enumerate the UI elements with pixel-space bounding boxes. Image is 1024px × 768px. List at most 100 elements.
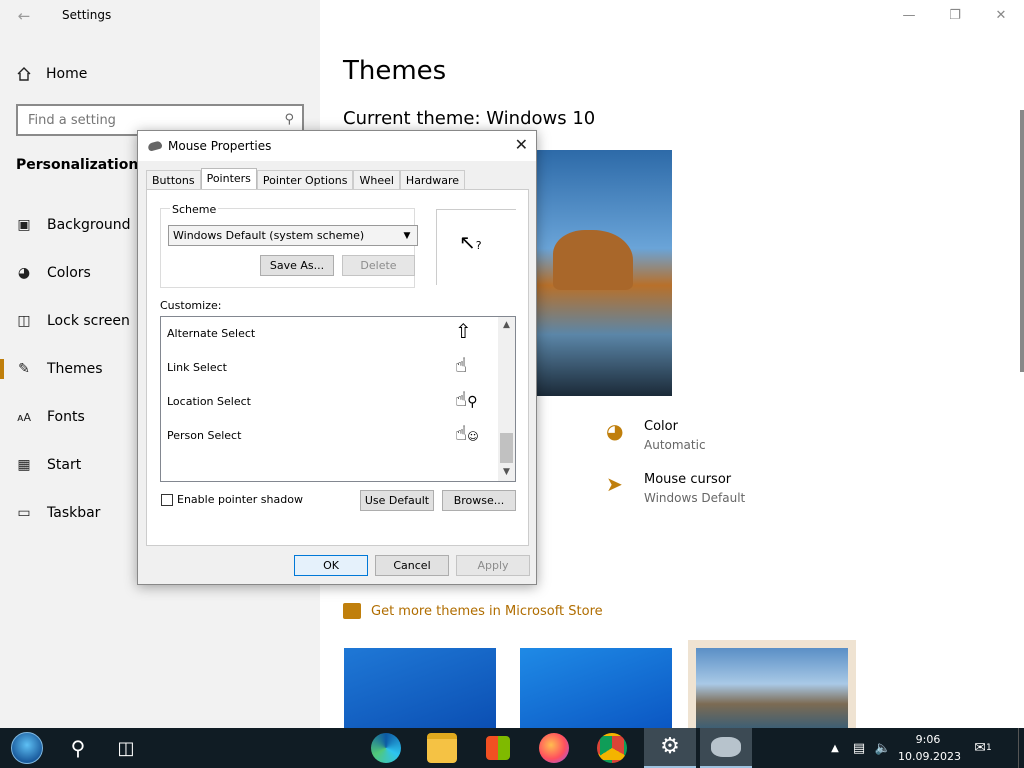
theme-thumbnail[interactable] bbox=[520, 648, 672, 728]
firefox-icon[interactable] bbox=[528, 728, 580, 768]
section-title: Personalization bbox=[16, 157, 139, 173]
chevron-up-icon[interactable]: ▲ bbox=[498, 317, 515, 334]
hand-pin-icon: ☝⚲ bbox=[455, 387, 478, 411]
sidebar-item-label: Background bbox=[47, 217, 131, 233]
apply-button[interactable]: Apply bbox=[456, 555, 530, 576]
fonts-icon: ᴀA bbox=[16, 410, 32, 424]
cursor-preview: ↖? bbox=[436, 209, 516, 285]
close-icon[interactable]: ✕ bbox=[978, 0, 1024, 32]
home-nav[interactable]: Home bbox=[16, 63, 87, 85]
windows-logo-icon bbox=[11, 732, 43, 764]
close-icon[interactable]: ✕ bbox=[515, 135, 528, 154]
volume-muted-icon[interactable]: 🔈 bbox=[872, 728, 894, 768]
pointer-shadow-label: Enable pointer shadow bbox=[177, 493, 303, 506]
help-select-cursor-icon: ↖? bbox=[459, 230, 482, 254]
minimize-icon[interactable]: — bbox=[886, 0, 932, 32]
mouse-cursor-setting[interactable]: ➤ Mouse cursor Windows Default bbox=[606, 472, 745, 505]
store-bag-icon bbox=[343, 603, 361, 619]
cursor-value: Windows Default bbox=[644, 491, 746, 505]
store-link[interactable]: Get more themes in Microsoft Store bbox=[343, 603, 603, 619]
cursor-name: Link Select bbox=[167, 361, 227, 374]
lock-screen-icon: ◫ bbox=[17, 313, 31, 329]
mouse-icon bbox=[147, 140, 163, 152]
checkbox-box[interactable] bbox=[161, 493, 173, 506]
caption-buttons: — ❐ ✕ bbox=[886, 0, 1024, 32]
cursor-name: Person Select bbox=[167, 429, 242, 442]
edge-icon[interactable] bbox=[360, 728, 412, 768]
taskbar-icon: ▭ bbox=[17, 505, 31, 521]
chevron-up-icon[interactable]: ▲ bbox=[826, 728, 844, 768]
chevron-down-icon: ▼ bbox=[403, 230, 411, 241]
themes-icon: ✎ bbox=[18, 361, 30, 377]
scheme-dropdown[interactable]: Windows Default (system scheme) ▼ bbox=[168, 225, 418, 246]
notification-count: 1 bbox=[986, 743, 992, 753]
cursor-label: Mouse cursor bbox=[644, 472, 732, 487]
taskbar: ⚲ ◫ ⚙ ▲ ▤ 🔈 9:06 10.09.2023 ✉ 1 bbox=[0, 728, 1024, 768]
clock[interactable]: 9:06 10.09.2023 bbox=[898, 731, 961, 765]
pointer-shadow-checkbox[interactable]: Enable pointer shadow bbox=[161, 493, 303, 506]
theme-thumbnail[interactable] bbox=[688, 640, 856, 728]
window-title: Settings bbox=[62, 8, 112, 22]
sidebar-item-label: Taskbar bbox=[47, 505, 101, 521]
delete-button[interactable]: Delete bbox=[342, 255, 415, 276]
tab-pointer-options[interactable]: Pointer Options bbox=[256, 170, 354, 190]
show-desktop-button[interactable] bbox=[1018, 728, 1024, 768]
palette-icon: ◕ bbox=[17, 265, 31, 281]
sidebar-item-label: Start bbox=[47, 457, 82, 473]
save-as-button[interactable]: Save As... bbox=[260, 255, 334, 276]
list-scrollbar[interactable]: ▲ ▼ bbox=[498, 317, 515, 481]
mouse-properties-icon[interactable] bbox=[700, 728, 752, 768]
tab-hardware[interactable]: Hardware bbox=[399, 170, 466, 190]
list-item[interactable]: Location Select ☝⚲ bbox=[161, 385, 499, 419]
scheme-label: Scheme bbox=[170, 203, 219, 216]
cancel-button[interactable]: Cancel bbox=[375, 555, 449, 576]
chrome-icon[interactable] bbox=[586, 728, 638, 768]
notification-icon[interactable]: ✉ 1 bbox=[968, 728, 998, 768]
list-item[interactable]: Alternate Select ⇧ bbox=[161, 317, 499, 351]
list-item[interactable]: Link Select ☝ bbox=[161, 351, 499, 385]
sidebar-item-label: Lock screen bbox=[47, 313, 130, 329]
task-view-icon[interactable]: ◫ bbox=[104, 728, 148, 768]
dialog-titlebar[interactable]: Mouse Properties ✕ bbox=[138, 131, 536, 161]
sidebar-item-label: Colors bbox=[47, 265, 91, 281]
customize-label: Customize: bbox=[160, 299, 222, 312]
tab-wheel[interactable]: Wheel bbox=[353, 170, 400, 190]
file-explorer-icon[interactable] bbox=[416, 728, 468, 768]
tab-buttons[interactable]: Buttons bbox=[146, 170, 201, 190]
theme-thumbnail[interactable] bbox=[344, 648, 496, 728]
home-label: Home bbox=[46, 66, 88, 82]
mouse-properties-dialog: Mouse Properties ✕ Buttons Pointers Poin… bbox=[137, 130, 537, 585]
network-icon[interactable]: ▤ bbox=[848, 728, 870, 768]
search-icon: ⚲ bbox=[284, 112, 294, 127]
sidebar-item-label: Fonts bbox=[47, 409, 85, 425]
picture-icon: ▣ bbox=[17, 217, 31, 233]
use-default-button[interactable]: Use Default bbox=[360, 490, 434, 511]
scroll-thumb[interactable] bbox=[500, 433, 513, 463]
restore-icon[interactable]: ❐ bbox=[932, 0, 978, 32]
scheme-group bbox=[160, 208, 415, 288]
store-link-label: Get more themes in Microsoft Store bbox=[371, 603, 603, 619]
ok-button[interactable]: OK bbox=[294, 555, 368, 576]
start-button[interactable] bbox=[4, 728, 50, 768]
settings-icon[interactable]: ⚙ bbox=[644, 728, 696, 768]
current-theme-label: Current theme: Windows 10 bbox=[343, 108, 596, 129]
search-icon[interactable]: ⚲ bbox=[56, 728, 100, 768]
microsoft-store-icon[interactable] bbox=[472, 728, 524, 768]
scheme-value: Windows Default (system scheme) bbox=[173, 229, 365, 242]
tab-pointers[interactable]: Pointers bbox=[200, 168, 257, 190]
color-setting[interactable]: ◕ Color Automatic bbox=[606, 419, 706, 452]
arrow-up-icon: ⇧ bbox=[455, 319, 472, 343]
list-item[interactable]: Person Select ☝☺ bbox=[161, 419, 499, 453]
hand-icon: ☝ bbox=[455, 353, 468, 377]
cursor-arrow-icon: ➤ bbox=[606, 472, 623, 496]
color-value: Automatic bbox=[644, 438, 706, 452]
browse-button[interactable]: Browse... bbox=[442, 490, 516, 511]
color-label: Color bbox=[644, 419, 678, 434]
main-scrollbar[interactable] bbox=[1020, 110, 1024, 372]
back-arrow-icon[interactable]: ← bbox=[10, 4, 38, 28]
theme-preview-image bbox=[533, 150, 672, 396]
cursor-name: Location Select bbox=[167, 395, 251, 408]
chevron-down-icon[interactable]: ▼ bbox=[498, 464, 515, 481]
cursor-list[interactable]: Alternate Select ⇧ Link Select ☝ Locatio… bbox=[160, 316, 516, 482]
cursor-name: Alternate Select bbox=[167, 327, 256, 340]
